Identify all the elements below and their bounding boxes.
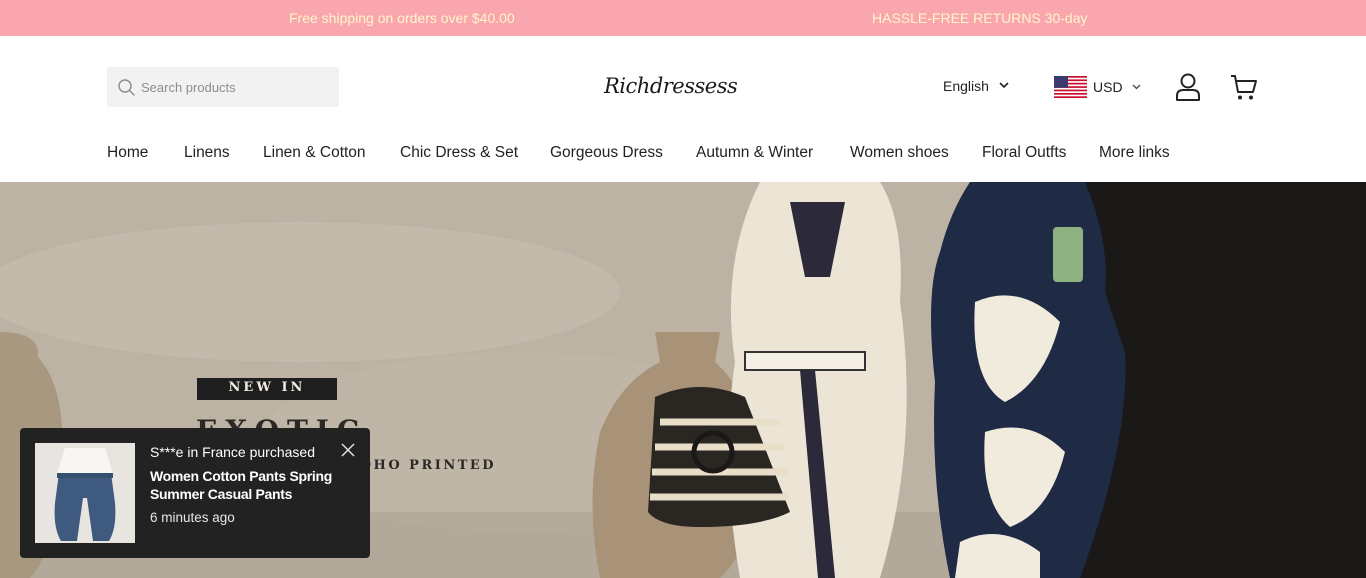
currency-label: USD <box>1093 79 1123 95</box>
product-image <box>35 443 135 543</box>
nav-item-chic-dress-set[interactable]: Chic Dress & Set <box>400 144 518 162</box>
search-box[interactable] <box>107 67 339 107</box>
account-icon[interactable] <box>1175 73 1201 101</box>
chevron-down-icon <box>999 82 1009 89</box>
new-in-badge: NEW IN <box>197 378 337 400</box>
product-name-link[interactable]: Women Cotton Pants Spring Summer Casual … <box>150 467 350 503</box>
site-logo[interactable]: Richdressess <box>604 74 738 110</box>
nav-item-gorgeous-dress[interactable]: Gorgeous Dress <box>550 144 663 162</box>
product-thumbnail[interactable] <box>35 443 135 543</box>
nav-item-floral-outfits[interactable]: Floral Outfts <box>982 144 1066 162</box>
language-selector[interactable]: English <box>943 78 1009 98</box>
announcement-bar: Free shipping on orders over $40.00 HASS… <box>0 0 1366 36</box>
chevron-down-icon <box>1132 84 1141 90</box>
nav-item-women-shoes[interactable]: Women shoes <box>850 144 949 162</box>
search-input[interactable] <box>141 67 331 107</box>
purchase-time: 6 minutes ago <box>150 510 235 525</box>
nav-item-autumn-winter[interactable]: Autumn & Winter <box>696 144 813 162</box>
nav-item-linen-cotton[interactable]: Linen & Cotton <box>263 144 366 162</box>
nav-item-home[interactable]: Home <box>107 144 148 162</box>
purchase-notice: S***e in France purchased <box>150 444 315 460</box>
nav-item-linens[interactable]: Linens <box>184 144 230 162</box>
returns-text: HASSLE-FREE RETURNS 30-day <box>872 10 1088 26</box>
us-flag-icon <box>1054 76 1087 98</box>
free-shipping-text: Free shipping on orders over $40.00 <box>289 10 515 26</box>
cart-icon[interactable] <box>1230 73 1258 101</box>
language-label: English <box>943 78 989 94</box>
search-icon[interactable] <box>118 79 135 96</box>
close-icon[interactable] <box>341 443 355 457</box>
badge-label: NEW IN <box>228 380 306 395</box>
recent-purchase-popup[interactable]: S***e in France purchased Women Cotton P… <box>20 428 370 558</box>
nav-item-more-links[interactable]: More links <box>1099 144 1170 162</box>
